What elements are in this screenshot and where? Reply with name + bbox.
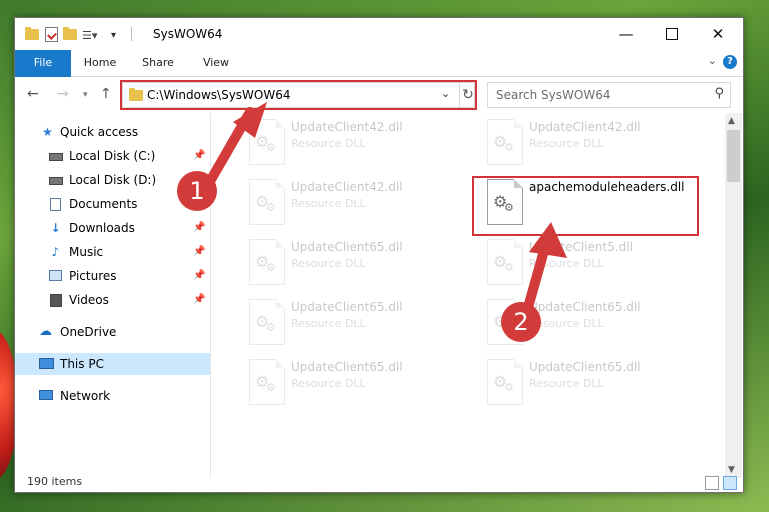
chevron-down-icon[interactable]: ⌄ [708, 54, 717, 67]
pin-icon[interactable]: 📌 [193, 265, 205, 287]
file-item[interactable]: ⚙⚙ UpdateClient65.dll Resource DLL [241, 357, 471, 407]
documents-icon [49, 198, 62, 211]
new-folder-icon[interactable] [63, 26, 77, 42]
music-icon: ♪ [51, 245, 60, 259]
file-name: UpdateClient42.dll [291, 180, 403, 194]
navigation-pane: ★ Quick access Local Disk (C:) 📌 Local D… [15, 113, 210, 478]
file-type: Resource DLL [291, 317, 366, 330]
sidebar-item-pictures[interactable]: Pictures 📌 [15, 265, 210, 287]
cloud-icon: ☁ [39, 324, 52, 339]
sidebar-item-network[interactable]: Network [15, 385, 210, 407]
callout-number-2: 2 [501, 302, 541, 342]
title-bar: ☰▾ ▾ SysWOW64 — ✕ [15, 18, 743, 50]
title-separator [131, 27, 132, 41]
file-item[interactable]: ⚙⚙ UpdateClient65.dll Resource DLL [241, 237, 471, 287]
dll-file-icon: ⚙⚙ [249, 299, 285, 345]
network-icon [39, 390, 53, 402]
folder-icon [25, 26, 39, 42]
sidebar-item-music[interactable]: ♪ Music 📌 [15, 241, 210, 263]
dll-file-icon: ⚙⚙ [487, 119, 523, 165]
file-item[interactable]: ⚙⚙ UpdateClient65.dll Resource DLL [241, 297, 471, 347]
videos-icon [49, 294, 62, 307]
file-type: Resource DLL [529, 137, 604, 150]
sidebar-item-label: Videos [69, 293, 109, 307]
file-name: UpdateClient42.dll [529, 120, 641, 134]
download-icon: ↓ [50, 221, 61, 235]
file-item[interactable]: ⚙⚙ UpdateClient65.dll Resource DLL [479, 357, 709, 407]
large-icons-view-icon[interactable] [723, 476, 737, 490]
sidebar-item-label: Pictures [69, 269, 117, 283]
search-placeholder: Search SysWOW64 [496, 88, 611, 102]
sidebar-item-label: Network [60, 389, 111, 403]
file-name: UpdateClient65.dll [529, 360, 641, 374]
file-list: ⚙ ⚙ UpdateClient42.dll Resource DLL ⚙ ⚙ Up… [211, 113, 725, 478]
dll-file-icon: ⚙⚙ [249, 239, 285, 285]
file-type: Resource DLL [291, 377, 366, 390]
help-icon[interactable]: ? [723, 55, 737, 69]
pictures-icon [49, 270, 62, 282]
sidebar-item-downloads[interactable]: ↓ Downloads 📌 [15, 217, 210, 239]
file-type: Resource DLL [291, 197, 366, 210]
sidebar-item-videos[interactable]: Videos 📌 [15, 289, 210, 311]
callout-number-1: 1 [177, 171, 217, 211]
file-type: Resource DLL [529, 377, 604, 390]
file-type: Resource DLL [291, 137, 366, 150]
maximize-button[interactable] [649, 18, 695, 50]
sidebar-item-onedrive[interactable]: ☁ OneDrive [15, 321, 210, 343]
vertical-scrollbar[interactable]: ▲ ▼ [725, 113, 742, 478]
sidebar-item-label: Downloads [69, 221, 135, 235]
sidebar-item-local-disk-c[interactable]: Local Disk (C:) 📌 [15, 145, 210, 167]
star-icon: ★ [42, 125, 53, 139]
scroll-up-icon[interactable]: ▲ [728, 116, 735, 126]
close-button[interactable]: ✕ [695, 18, 741, 50]
address-highlight-box [120, 80, 477, 110]
sidebar-item-label: Quick access [60, 125, 139, 139]
sidebar-item-label: Local Disk (C:) [69, 149, 156, 163]
tab-home[interactable]: Home [71, 50, 129, 75]
sidebar-item-label: Music [69, 245, 104, 259]
file-explorer-window: ☰▾ ▾ SysWOW64 — ✕ File Home Share View ⌄… [14, 17, 744, 493]
sidebar-item-label: Local Disk (D:) [69, 173, 157, 187]
file-name: UpdateClient65.dll [291, 360, 403, 374]
sidebar-item-quick-access[interactable]: ★ Quick access [15, 121, 210, 143]
sidebar-item-label: This PC [60, 357, 104, 371]
up-arrow-icon[interactable]: ↑ [100, 86, 112, 102]
navigation-bar: ← → ▾ ↑ C:\Windows\SysWOW64 ⌄ ↻ Search S… [15, 77, 743, 113]
recent-locations-chevron-icon[interactable]: ▾ [83, 90, 88, 100]
back-arrow-icon[interactable]: ← [27, 86, 39, 102]
forward-arrow-icon[interactable]: → [57, 86, 69, 102]
drive-icon [49, 174, 63, 186]
pin-icon[interactable]: 📌 [193, 241, 205, 263]
file-name: UpdateClient65.dll [291, 300, 403, 314]
dll-file-icon: ⚙⚙ [249, 359, 285, 405]
quick-access-dropdown-icon[interactable]: ▾ [111, 27, 116, 43]
search-input[interactable]: Search SysWOW64 ⚲ [487, 82, 731, 108]
pin-icon[interactable]: 📌 [193, 289, 205, 311]
pin-icon[interactable]: 📌 [193, 217, 205, 239]
file-item[interactable]: ⚙ ⚙ UpdateClient42.dll Resource DLL [479, 117, 709, 167]
sidebar-item-label: OneDrive [60, 325, 117, 339]
sidebar-item-label: Documents [69, 197, 138, 211]
minimize-button[interactable]: — [603, 18, 649, 50]
item-count: 190 items [27, 475, 83, 488]
tab-share[interactable]: Share [129, 50, 187, 75]
file-name: UpdateClient65.dll [291, 240, 403, 254]
customize-toolbar-icon[interactable]: ☰▾ [82, 27, 97, 43]
properties-icon[interactable] [45, 26, 58, 42]
tab-view[interactable]: View [187, 50, 245, 75]
search-icon[interactable]: ⚲ [714, 86, 724, 101]
file-type: Resource DLL [291, 257, 366, 270]
scroll-down-icon[interactable]: ▼ [728, 465, 735, 475]
status-bar: 190 items [15, 475, 743, 492]
ribbon-tabs: File Home Share View ⌄ ? [15, 50, 743, 100]
file-name: UpdateClient42.dll [291, 120, 403, 134]
dll-file-icon: ⚙⚙ [487, 359, 523, 405]
drive-icon [49, 150, 63, 162]
computer-icon [39, 358, 54, 370]
window-title: SysWOW64 [153, 27, 223, 41]
details-view-icon[interactable] [705, 476, 719, 490]
sidebar-item-this-pc[interactable]: This PC [15, 353, 210, 375]
scrollbar-thumb[interactable] [727, 130, 740, 182]
